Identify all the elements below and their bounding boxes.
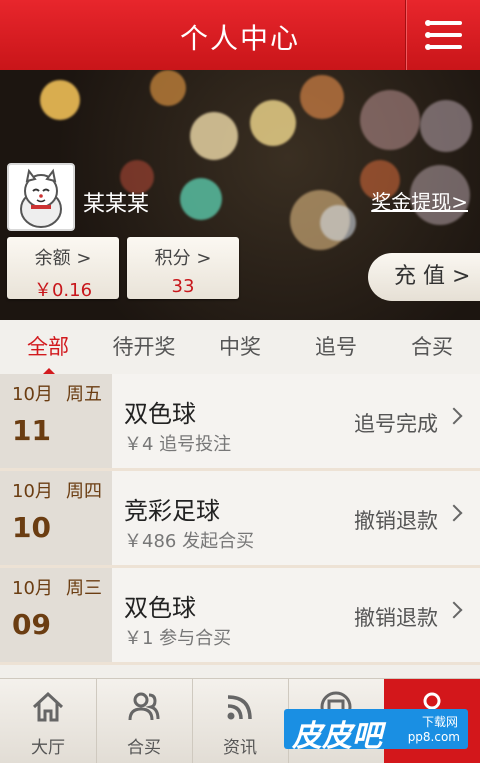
record-date: 10月 周五 11 [0, 374, 112, 468]
nav-label: 资讯 [223, 738, 257, 758]
record-status: 撤销退款 [354, 509, 438, 533]
menu-button[interactable] [405, 0, 480, 70]
app-header: 个人中心 [0, 0, 480, 70]
watermark-sub: 下载网 [421, 715, 458, 729]
withdraw-link[interactable]: 奖金提现> [371, 186, 468, 215]
balance-label: 余额 > [34, 248, 92, 269]
avatar[interactable] [7, 163, 75, 231]
balance-card[interactable]: 余额 > ￥0.16 [7, 237, 119, 301]
tab-won[interactable]: 中奖 [192, 320, 288, 374]
record-desc: ￥4 追号投注 [124, 434, 232, 455]
record-name: 双色球 [124, 400, 196, 428]
tab-pending-draw[interactable]: 待开奖 [96, 320, 192, 374]
profile-banner: 某某某 奖金提现> 余额 > ￥0.16 积分 > 33 充 值 > [0, 70, 480, 320]
watermark-text: 皮皮吧 [292, 719, 382, 754]
chevron-right-icon [445, 407, 463, 425]
recharge-button[interactable]: 充 值 > [368, 253, 480, 301]
record-day: 09 [12, 608, 51, 641]
nav-lobby[interactable]: 大厅 [0, 679, 97, 763]
record-weekday: 周四 [66, 481, 102, 502]
record-weekday: 周五 [66, 384, 102, 405]
points-label: 积分 > [154, 248, 212, 269]
nav-label: 大厅 [31, 738, 65, 758]
chevron-right-icon [445, 504, 463, 522]
record-date: 10月 周三 09 [0, 568, 112, 662]
nav-group-buy[interactable]: 合买 [96, 679, 193, 763]
tab-chase[interactable]: 追号 [288, 320, 384, 374]
watermark-url: pp8.com [407, 730, 460, 744]
record-status: 撤销退款 [354, 606, 438, 630]
record-desc: ￥486 发起合买 [124, 531, 255, 552]
watermark-logo: 皮皮吧 下载网 pp8.com [284, 709, 468, 754]
record-day: 10 [12, 511, 51, 544]
list-item[interactable]: 10月 周四 10 竞彩足球 ￥486 发起合买 撤销退款 [0, 471, 480, 568]
record-date: 10月 周四 10 [0, 471, 112, 565]
record-day: 11 [12, 414, 51, 447]
record-name: 竞彩足球 [124, 497, 220, 525]
points-card[interactable]: 积分 > 33 [127, 237, 239, 299]
points-value: 33 [171, 276, 195, 297]
tab-all[interactable]: 全部 [0, 320, 96, 375]
list-item[interactable]: 10月 周五 11 双色球 ￥4 追号投注 追号完成 [0, 374, 480, 471]
list-item[interactable]: 10月 周三 09 双色球 ￥1 参与合买 撤销退款 [0, 568, 480, 665]
username: 某某某 [83, 192, 150, 217]
nav-label: 合买 [127, 738, 161, 758]
record-name: 双色球 [124, 594, 196, 622]
lucky-cat-icon [20, 168, 62, 228]
record-weekday: 周三 [66, 578, 102, 599]
record-desc: ￥1 参与合买 [124, 628, 232, 649]
filter-tabs: 全部 待开奖 中奖 追号 合买 [0, 320, 480, 375]
record-list: 10月 周五 11 双色球 ￥4 追号投注 追号完成 10月 周四 10 竞彩足… [0, 374, 480, 665]
rss-icon [227, 695, 252, 720]
chevron-right-icon [445, 601, 463, 619]
users-icon [128, 692, 160, 721]
record-month: 10月 [12, 384, 53, 405]
record-status: 追号完成 [354, 412, 438, 436]
nav-news[interactable]: 资讯 [192, 679, 289, 763]
home-icon [32, 691, 64, 722]
record-month: 10月 [12, 481, 53, 502]
balance-value: ￥0.16 [33, 280, 93, 301]
tab-group-buy[interactable]: 合买 [384, 320, 480, 374]
record-month: 10月 [12, 578, 53, 599]
